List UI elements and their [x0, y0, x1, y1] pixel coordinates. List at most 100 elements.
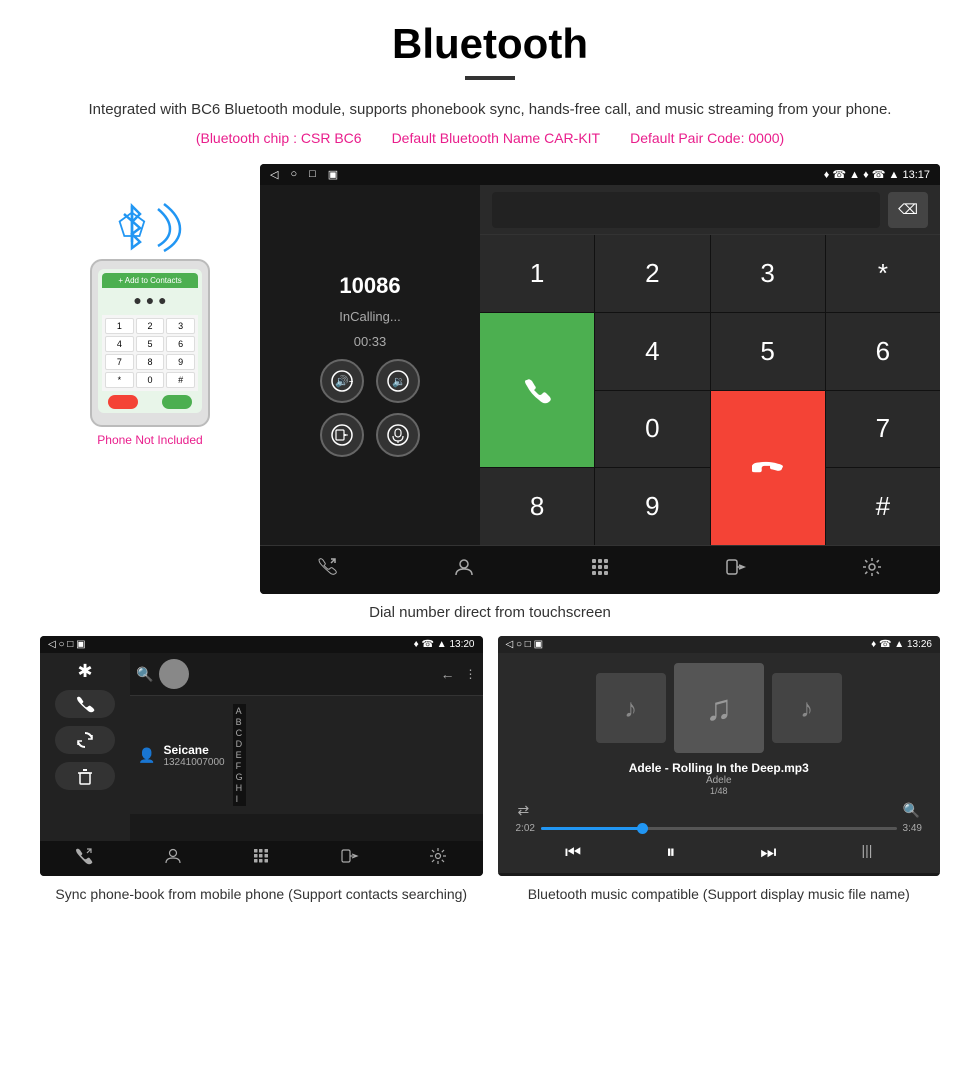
call-sidebar-icon [75, 694, 95, 714]
svg-text:🔊+: 🔊+ [335, 374, 353, 388]
toolbar-settings[interactable] [861, 556, 883, 584]
album-art-main: ♫ [674, 663, 764, 753]
tb-settings[interactable] [429, 847, 447, 870]
tb-transfer[interactable] [341, 847, 359, 870]
music-info: Adele - Rolling In the Deep.mp3 Adele 1/… [629, 761, 809, 796]
calls-icon [317, 556, 339, 578]
album-art-area: ♪ ♫ ♪ [596, 663, 842, 753]
pb-left-sidebar: ✱ [40, 653, 130, 841]
key-6[interactable]: 6 [826, 313, 940, 390]
key-8[interactable]: 8 [480, 468, 594, 545]
key-3[interactable]: 3 [711, 235, 825, 312]
vol-up-icon: 🔊+ [331, 370, 353, 392]
contact-name: Seicane [163, 743, 224, 757]
phone-area: ⬠ + Add to Contacts ● ● ● 1 2 3 [40, 164, 260, 447]
search-music-icon[interactable]: 🔍 [903, 802, 920, 819]
track-info: 1/48 [629, 786, 809, 796]
transfer-icon [725, 556, 747, 578]
mic-button[interactable] [376, 413, 420, 457]
key-0[interactable]: 0 [595, 391, 709, 468]
call-red-button[interactable] [711, 391, 825, 546]
pb-body: ✱ [40, 653, 483, 841]
vol-down-button[interactable]: 🔉 [376, 359, 420, 403]
dialer-screenshot: ◁ ○ □ ▣ ♦ ☎ ▲ ♦ ☎ ▲ 13:17 10086 InCallin… [260, 164, 940, 594]
contact-row: 👤 Seicane 13241007000 A B C D E [130, 696, 483, 814]
play-pause-button[interactable]: ⏸ [666, 842, 675, 863]
keypad-grid: 1 2 3 * 4 5 6 0 [480, 235, 940, 545]
bt-chip: (Bluetooth chip : CSR BC6 [196, 130, 362, 146]
top-section: ⬠ + Add to Contacts ● ● ● 1 2 3 [40, 164, 940, 594]
progress-bar[interactable] [541, 827, 897, 830]
phone-call-button [162, 395, 192, 409]
dial-key-6: 6 [166, 336, 195, 352]
status-right-icons: ♦ ☎ ▲ ♦ ☎ ▲ 13:17 [824, 168, 930, 181]
dial-key-2: 2 [136, 318, 165, 334]
sync-icon [75, 730, 95, 750]
tb-calls[interactable] [75, 847, 93, 870]
shuffle-icon[interactable]: ⇄ [518, 802, 530, 819]
phone-mockup: + Add to Contacts ● ● ● 1 2 3 4 5 6 7 8 … [90, 259, 210, 427]
phone-end-button [108, 395, 138, 409]
dialer-main: 10086 InCalling... 00:33 🔊+ 🔉 [260, 185, 940, 545]
progress-fill [541, 827, 648, 830]
phonebook-item: ◁ ○ □ ▣ ♦ ☎ ▲ 13:20 ✱ [40, 636, 483, 905]
music-screen: ◁ ○ □ ▣ ♦ ☎ ▲ 13:26 ♪ ♫ ♪ [498, 636, 941, 876]
progress-dot [637, 823, 648, 834]
toolbar-dialpad[interactable] [589, 556, 611, 584]
key-2[interactable]: 2 [595, 235, 709, 312]
bottom-row: ◁ ○ □ ▣ ♦ ☎ ▲ 13:20 ✱ [40, 636, 940, 905]
calls-tb-icon [75, 847, 93, 865]
album-art-left: ♪ [596, 673, 666, 743]
contact-number: 13241007000 [163, 757, 224, 768]
music-screenshot: ◁ ○ □ ▣ ♦ ☎ ▲ 13:26 ♪ ♫ ♪ [498, 636, 941, 876]
pb-search-row: 🔍 ← ⋮ [130, 653, 483, 696]
call-timer: 00:33 [354, 334, 387, 349]
next-button[interactable]: ⏭ [760, 842, 776, 863]
bluetooth-signal: ⬠ [110, 194, 190, 254]
phonebook-caption: Sync phone-book from mobile phone (Suppo… [40, 884, 483, 905]
dial-key-0: 0 [136, 372, 165, 388]
key-4[interactable]: 4 [595, 313, 709, 390]
artist-name: Adele [629, 775, 809, 786]
back-icon: ← [441, 666, 455, 682]
dialer-caption: Dial number direct from touchscreen [40, 604, 940, 621]
dialer-toolbar [260, 545, 940, 594]
key-hash[interactable]: # [826, 468, 940, 545]
vol-up-button[interactable]: 🔊+ [320, 359, 364, 403]
toolbar-calls[interactable] [317, 556, 339, 584]
call-controls-2 [320, 413, 420, 457]
pb-right-content: 🔍 ← ⋮ 👤 Seicane 13241007000 [130, 653, 483, 841]
keypad-input-field[interactable] [492, 192, 880, 228]
contact-info: Seicane 13241007000 [163, 743, 224, 768]
delete-button[interactable]: ⌫ [888, 192, 928, 228]
tb-dialpad[interactable] [252, 847, 270, 870]
song-title: Adele - Rolling In the Deep.mp3 [629, 761, 809, 775]
prev-button[interactable]: ⏮ [565, 842, 581, 863]
call-green-button[interactable] [480, 313, 594, 468]
contacts-icon [453, 556, 475, 578]
sync-sidebar-btn[interactable] [55, 726, 115, 754]
key-star[interactable]: * [826, 235, 940, 312]
pb-screen: ◁ ○ □ ▣ ♦ ☎ ▲ 13:20 ✱ [40, 636, 483, 876]
toolbar-transfer[interactable] [725, 556, 747, 584]
key-7[interactable]: 7 [826, 391, 940, 468]
toolbar-contacts[interactable] [453, 556, 475, 584]
vol-down-icon: 🔉 [387, 370, 409, 392]
music-playback: ⏮ ⏸ ⏭ ||| [508, 842, 931, 863]
pb-status-bar: ◁ ○ □ ▣ ♦ ☎ ▲ 13:20 [40, 636, 483, 653]
dial-key-7: 7 [105, 354, 134, 370]
phone-call-sidebar-btn[interactable] [55, 690, 115, 718]
nav-icons: ◁ ○ □ ▣ [270, 168, 338, 181]
key-1[interactable]: 1 [480, 235, 594, 312]
music-note-right: ♪ [800, 693, 813, 724]
key-5[interactable]: 5 [711, 313, 825, 390]
pb-toolbar [40, 841, 483, 876]
bluetooth-icon: ⬠ [110, 194, 190, 254]
music-status-bar: ◁ ○ □ ▣ ♦ ☎ ▲ 13:26 [498, 636, 941, 653]
key-9[interactable]: 9 [595, 468, 709, 545]
tb-contacts[interactable] [164, 847, 182, 870]
music-note-left: ♪ [624, 693, 637, 724]
transfer-button[interactable] [320, 413, 364, 457]
delete-sidebar-btn[interactable] [55, 762, 115, 790]
delete-icon [75, 766, 95, 786]
